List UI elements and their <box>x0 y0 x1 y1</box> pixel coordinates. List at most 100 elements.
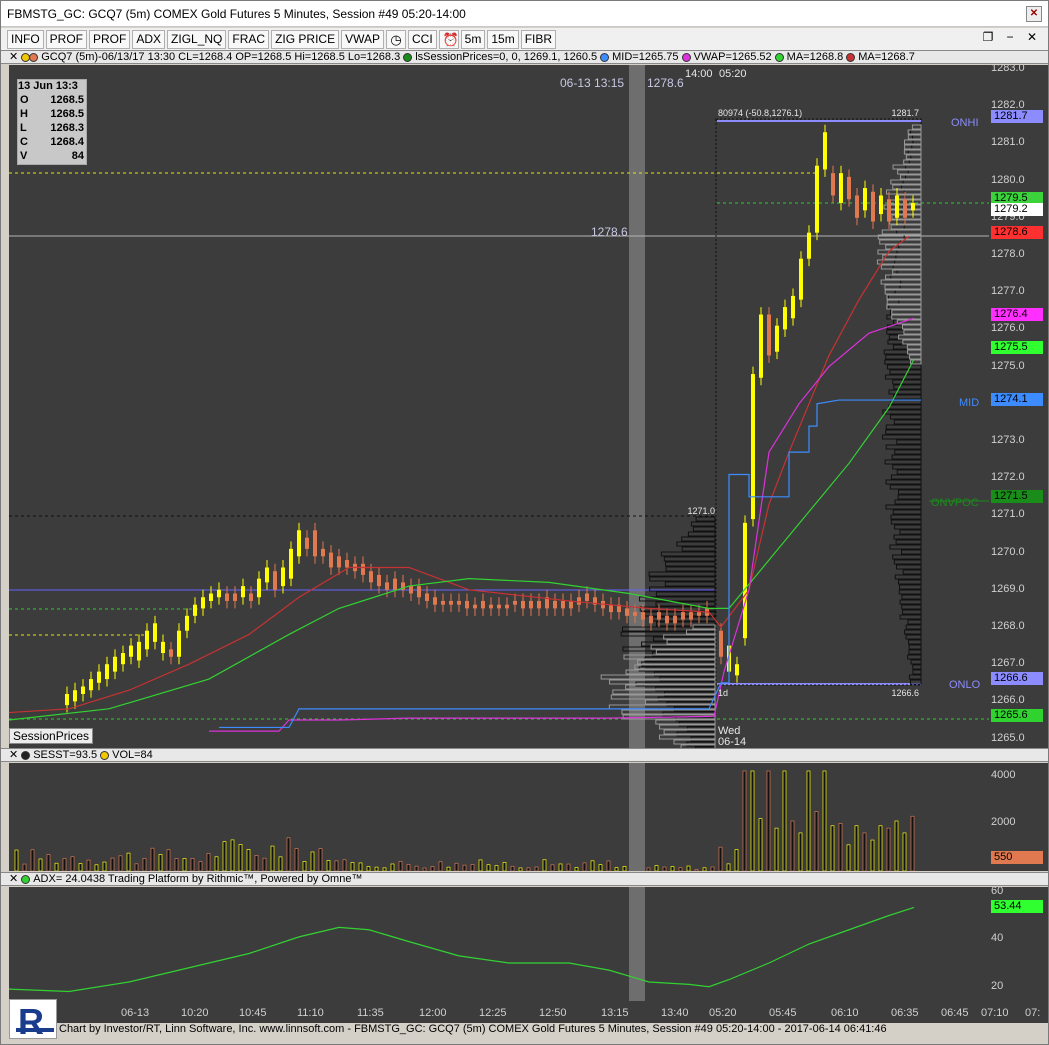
price-tick: 1266.0 <box>991 694 1025 707</box>
volume-bar <box>174 858 179 871</box>
toolbar-button-15m[interactable]: 15m <box>487 29 519 49</box>
toolbar-button-zigl-nq[interactable]: ZIGL_NQ <box>167 29 227 49</box>
minimize-icon[interactable]: − <box>1000 30 1020 46</box>
volume-bar <box>606 860 611 871</box>
volume-bar <box>774 827 779 871</box>
profile-bar <box>900 279 922 285</box>
profile-bar <box>903 159 922 165</box>
profile-bar <box>876 259 922 265</box>
volume-bar <box>62 858 67 871</box>
toolbar-button-prof[interactable]: PROF <box>45 29 88 49</box>
volume-bar <box>582 862 587 871</box>
toolbar-button-vwap[interactable]: VWAP <box>341 29 384 49</box>
toolbar-button-prof[interactable]: PROF <box>89 29 131 49</box>
price-pane-header: ✕ GCQ7 (5m)-06/13/17 13:30 CL=1268.4 OP=… <box>1 50 1048 64</box>
profile-bar <box>909 354 922 360</box>
toolbar-button-5m[interactable]: 5m <box>460 29 486 49</box>
profile-bar <box>896 439 922 445</box>
volume-bar <box>566 863 571 871</box>
candle-body <box>201 597 205 609</box>
price-tag: 1276.4 <box>991 307 1043 321</box>
adx-chart[interactable] <box>9 887 989 1001</box>
close-icon[interactable]: ✕ <box>1026 5 1042 22</box>
close-icon[interactable]: ✕ <box>9 51 18 63</box>
profile-bar <box>896 269 922 275</box>
candle-body <box>81 686 85 694</box>
volume-bar <box>814 811 819 871</box>
candle-body <box>377 574 381 587</box>
profile-bar <box>885 479 922 485</box>
profile-bar <box>885 504 922 510</box>
close-icon[interactable]: ✕ <box>9 749 18 761</box>
price-tick: 1265.0 <box>991 731 1025 744</box>
profile-bar <box>664 581 716 587</box>
profile-bar <box>902 609 922 615</box>
chart-window: FBMSTG_GC: GCQ7 (5m) COMEX Gold Futures … <box>0 0 1049 1045</box>
profile-bar <box>892 379 922 385</box>
toolbar-button-frac[interactable]: FRAC <box>228 29 270 49</box>
profile-bar <box>896 564 922 570</box>
profile-bar <box>886 364 922 370</box>
ohlc-close: 1268.4 <box>32 136 86 150</box>
adx-axis[interactable]: 60 40 20 53.44 <box>989 887 1048 1001</box>
profile-bar <box>910 154 922 160</box>
candle-body <box>169 649 173 657</box>
candle-body <box>807 232 811 259</box>
volume-bar <box>870 839 875 871</box>
toolbar-button-cci[interactable]: CCI <box>408 29 437 49</box>
sesst-info: SESST=93.5 <box>33 749 98 761</box>
vol-info: VOL=84 <box>112 749 153 761</box>
session-prices-button[interactable]: SessionPrices <box>9 728 94 744</box>
candle-body <box>457 600 461 605</box>
candle-body <box>783 307 787 330</box>
profile-bar <box>888 389 922 395</box>
profile-bar <box>891 309 922 315</box>
candle-body <box>577 597 581 605</box>
price-chart[interactable]: 06-13 13:15 1278.61278.614:00 05:2080974 (… <box>9 65 989 748</box>
profile-bar <box>912 139 922 145</box>
profile-bar <box>884 284 922 290</box>
alarm-icon[interactable]: ⏰ <box>438 29 459 49</box>
volume-bar <box>366 866 371 871</box>
volume-pane[interactable] <box>9 763 989 871</box>
volume-axis[interactable]: 4000 2000 550 <box>989 763 1048 871</box>
volume-bar <box>382 867 387 871</box>
close-icon[interactable]: ✕ <box>1022 30 1042 46</box>
volume-bar <box>326 860 331 871</box>
restore-icon[interactable]: ❐ <box>978 30 998 46</box>
time-tick: 12:00 <box>419 1007 447 1019</box>
time-axis[interactable]: 06-13 10:20 10:45 11:10 11:35 12:00 12:25 12:50… <box>9 1001 1048 1023</box>
profile-bar <box>898 334 922 340</box>
volume-bar <box>734 849 739 871</box>
volume-bar <box>206 853 211 871</box>
volume-bar <box>758 818 763 871</box>
profile-bar <box>892 264 922 270</box>
profile-bar <box>892 509 922 515</box>
candle-body <box>345 560 349 568</box>
candle-body <box>847 176 851 200</box>
toolbar-button-fibr[interactable]: FIBR <box>520 29 557 49</box>
adx-pane[interactable] <box>9 887 989 1001</box>
volume-chart[interactable] <box>9 763 989 871</box>
profile-bar <box>905 624 922 630</box>
toolbar-button-zig-price[interactable]: ZIG PRICE <box>271 29 340 49</box>
volume-bar <box>46 854 51 871</box>
crosshair-left-price: 1278.6 <box>591 225 628 239</box>
profile-bar <box>890 514 922 520</box>
close-icon[interactable]: ✕ <box>9 873 18 885</box>
clock-icon[interactable]: ◷ <box>386 29 406 49</box>
price-axis[interactable]: 1283.0 1282.0 1281.0 1280.0 1279.0 1278.0 1277… <box>989 65 1048 748</box>
profile-bar <box>894 574 922 580</box>
price-pane[interactable]: 06-13 13:15 1278.6 1278.6 14:00 05:20 80974 (… <box>9 65 989 748</box>
profile-bar <box>885 244 922 250</box>
adx-icon <box>21 874 31 884</box>
profile-bar <box>899 614 922 620</box>
toolbar-button-info[interactable]: INFO <box>7 29 44 49</box>
toolbar-button-adx[interactable]: ADX <box>132 29 166 49</box>
profile-top-text: 80974 (-50.8,1276.1) <box>718 108 802 118</box>
volume-bar <box>654 865 659 871</box>
candle-body <box>137 641 141 661</box>
volume-bar <box>430 866 435 871</box>
ohlc-high: 1268.5 <box>32 108 86 122</box>
candle-body <box>879 195 883 215</box>
